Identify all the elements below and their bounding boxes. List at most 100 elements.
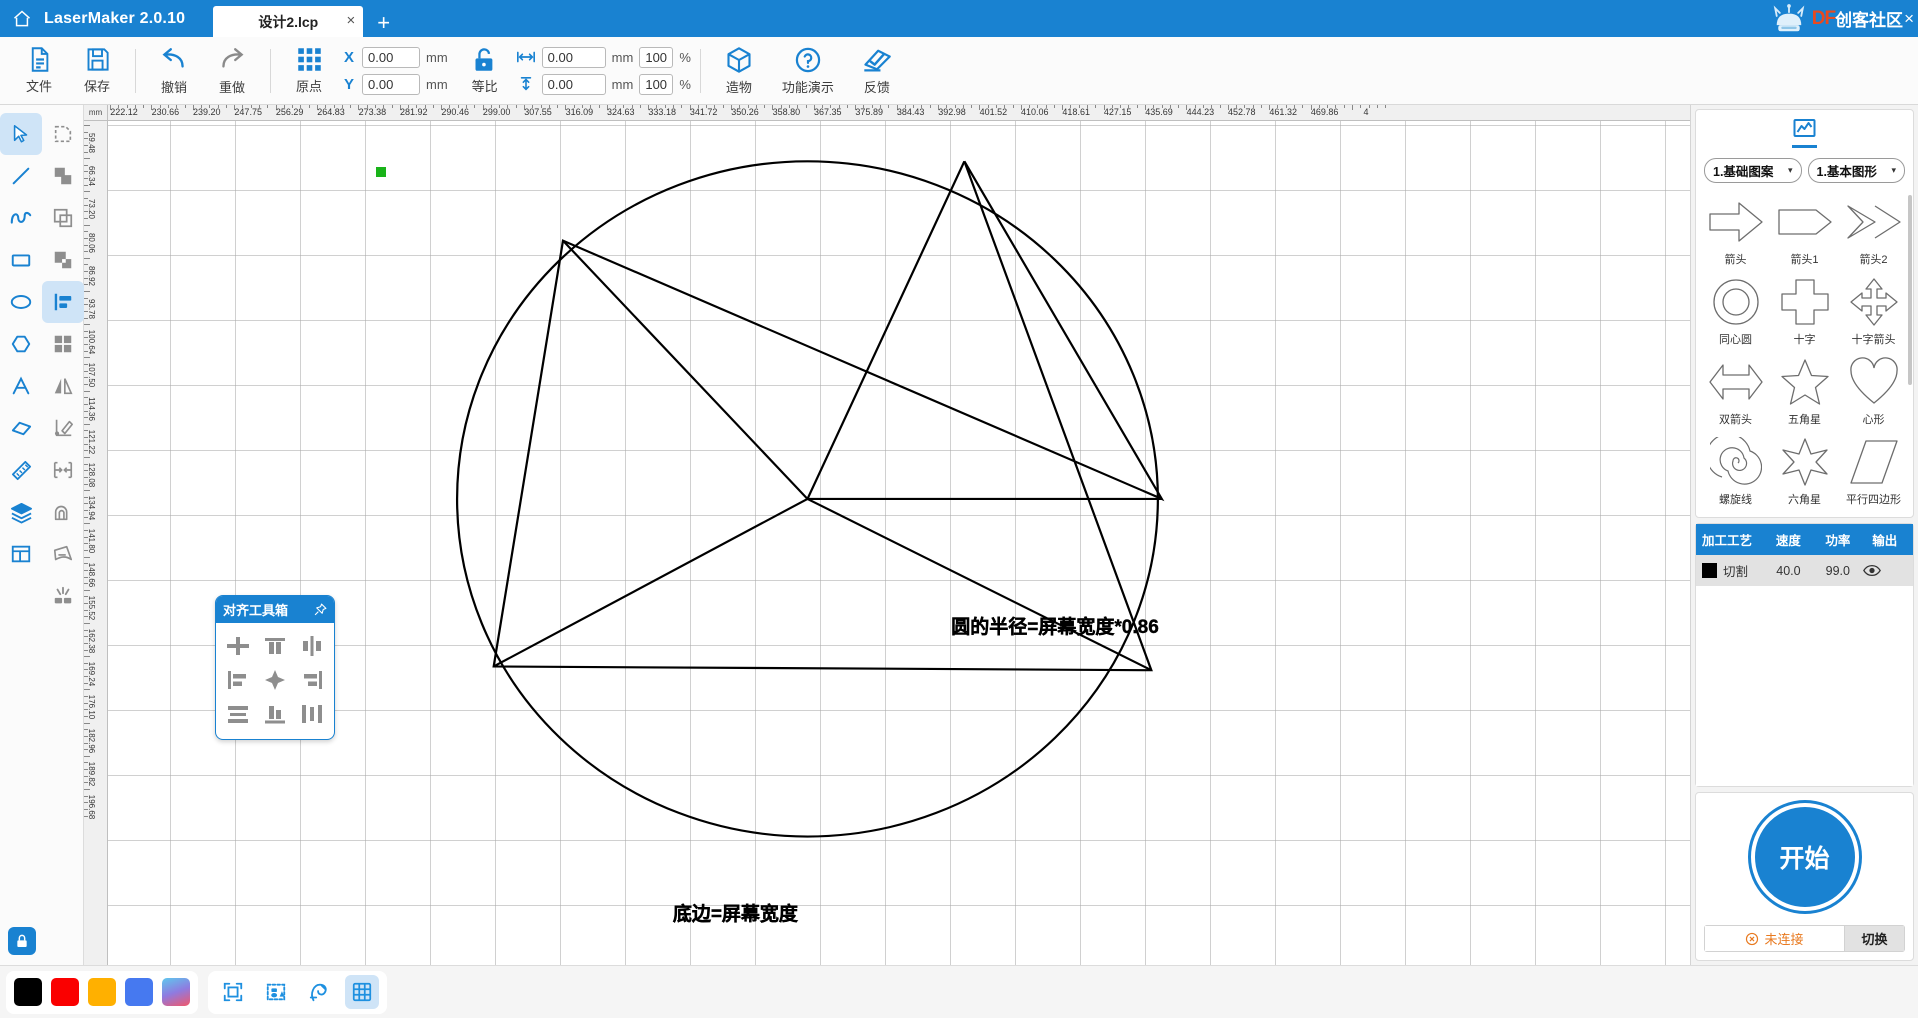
shape-library-tab[interactable] — [1696, 110, 1913, 148]
shape-item-arrow1[interactable]: 箭头1 — [1771, 193, 1838, 271]
sidebar-item-mirror[interactable] — [42, 365, 84, 407]
sidebar-item-align[interactable] — [42, 281, 84, 323]
fit-selection-button[interactable] — [216, 975, 250, 1009]
canvas-lock-button[interactable] — [8, 927, 36, 955]
canvas-vertical-scrollbar[interactable] — [1682, 121, 1690, 965]
sidebar-item-union[interactable] — [42, 155, 84, 197]
sidebar-item-subtract[interactable] — [42, 197, 84, 239]
lock-ratio-button[interactable]: 等比 — [456, 40, 514, 102]
sidebar-item-polygon[interactable] — [0, 323, 42, 365]
sidebar-item-intersect[interactable] — [42, 239, 84, 281]
horizontal-ruler[interactable]: 222.12 230.66 239.20 247.75 256.29 264.83 273.… — [108, 105, 1690, 121]
shape-item-four-way-arrow[interactable]: 十字箭头 — [1840, 273, 1907, 351]
ruler-minor-tick — [84, 483, 88, 485]
table-row[interactable]: 切割 40.0 99.0 — [1696, 555, 1913, 586]
sidebar-item-offset[interactable] — [42, 491, 84, 533]
new-tab-button[interactable]: + — [377, 12, 390, 37]
window-close-icon[interactable]: × — [1904, 9, 1914, 29]
shape-item-six-point-star[interactable]: 六角星 — [1771, 433, 1838, 511]
shape-item-five-point-star[interactable]: 五角星 — [1771, 353, 1838, 431]
align-center-horizontal-button[interactable] — [220, 629, 257, 663]
sidebar-item-split[interactable] — [42, 575, 84, 617]
align-toolbox-panel[interactable]: 对齐工具箱 — [215, 595, 335, 740]
vertical-ruler[interactable]: 59.48 66.34 73.20 80.06 86.92 93.78 100.64 107.… — [84, 121, 108, 965]
sidebar-item-array[interactable] — [42, 323, 84, 365]
sidebar-item-perspective[interactable] — [42, 533, 84, 575]
x-input[interactable] — [362, 46, 420, 68]
height-input[interactable] — [541, 73, 606, 95]
output-cell[interactable] — [1862, 564, 1907, 577]
shape-grid-scrollbar[interactable] — [1908, 195, 1912, 385]
align-center-both-button[interactable] — [257, 663, 294, 697]
shape-item-parallelogram[interactable]: 平行四边形 — [1840, 433, 1907, 511]
distribute-horizontal-button[interactable] — [293, 697, 330, 731]
origin-button[interactable]: 原点 — [280, 40, 338, 102]
grid-toggle-button[interactable] — [345, 975, 379, 1009]
shape-item-heart[interactable]: 心形 — [1840, 353, 1907, 431]
sidebar-item-layers[interactable] — [0, 491, 42, 533]
color-swatch-orange[interactable] — [88, 978, 116, 1006]
pin-icon[interactable] — [314, 603, 327, 616]
shape-item-cross[interactable]: 十字 — [1771, 273, 1838, 351]
design-canvas[interactable]: 圆的半径=屏幕宽度*0.86 底边=屏幕宽度 — [108, 121, 1690, 965]
sidebar-item-curve[interactable] — [0, 197, 42, 239]
align-left-button[interactable] — [220, 663, 257, 697]
align-bottom-button[interactable] — [257, 697, 294, 731]
save-button[interactable]: 保存 — [68, 40, 126, 102]
file-button[interactable]: 文件 — [10, 40, 68, 102]
shape-item-arrow2[interactable]: 箭头2 — [1840, 193, 1907, 271]
distribute-vertical-button[interactable] — [220, 697, 257, 731]
shape-item-spiral[interactable]: 螺旋线 — [1702, 433, 1769, 511]
canvas-annotation-base[interactable]: 底边=屏幕宽度 — [673, 899, 799, 926]
magnet-snap-button[interactable] — [302, 975, 336, 1009]
color-swatch-red[interactable] — [51, 978, 79, 1006]
demo-button[interactable]: 功能演示 — [768, 40, 848, 102]
shape-item-arrow[interactable]: 箭头 — [1702, 193, 1769, 271]
connection-status-button[interactable]: 未连接 — [1704, 925, 1845, 952]
home-icon[interactable] — [0, 0, 44, 37]
fit-objects-button[interactable] — [259, 975, 293, 1009]
redo-button[interactable]: 重做 — [203, 40, 261, 102]
sidebar-item-distribute[interactable] — [42, 449, 84, 491]
brand-logo[interactable]: DF 创客社区 — [1766, 0, 1903, 37]
sidebar-item-eraser[interactable] — [0, 407, 42, 449]
close-icon[interactable]: × — [347, 13, 356, 28]
sidebar-item-measure-edit[interactable] — [42, 407, 84, 449]
pentagram-drawing[interactable] — [108, 121, 1690, 965]
sidebar-item-frame[interactable] — [0, 533, 42, 575]
shape-subcategory-select[interactable]: 1.基本图形 ▾ — [1807, 158, 1905, 183]
switch-device-button[interactable]: 切换 — [1845, 925, 1905, 952]
width-input[interactable] — [541, 46, 606, 68]
start-button[interactable]: 开始 — [1750, 803, 1859, 911]
feedback-button[interactable]: 反馈 — [848, 40, 906, 102]
power-cell[interactable]: 99.0 — [1813, 564, 1862, 578]
color-swatch-gradient[interactable] — [162, 978, 190, 1006]
ruler-label: 444.23 — [1186, 107, 1215, 117]
color-palette-group — [6, 970, 198, 1014]
align-center-vertical-button[interactable] — [293, 629, 330, 663]
sidebar-item-rectangle[interactable] — [0, 239, 42, 281]
shape-item-concentric-circle[interactable]: 同心圆 — [1702, 273, 1769, 351]
color-swatch-black[interactable] — [14, 978, 42, 1006]
speed-cell[interactable]: 40.0 — [1764, 564, 1813, 578]
color-swatch-blue[interactable] — [125, 978, 153, 1006]
canvas-annotation-radius[interactable]: 圆的半径=屏幕宽度*0.86 — [951, 612, 1159, 639]
y-input[interactable] — [362, 73, 420, 95]
sidebar-item-select[interactable] — [0, 113, 42, 155]
sidebar-item-ruler[interactable] — [0, 449, 42, 491]
shape-category-select[interactable]: 1.基础图案 ▾ — [1704, 158, 1802, 183]
height-percent-input[interactable] — [639, 73, 674, 95]
sidebar-item-ellipse[interactable] — [0, 281, 42, 323]
sidebar-item-line[interactable] — [0, 155, 42, 197]
shape-item-double-arrow[interactable]: 双箭头 — [1702, 353, 1769, 431]
width-percent-input[interactable] — [639, 46, 674, 68]
layer-color-swatch[interactable] — [1702, 563, 1717, 578]
undo-button[interactable]: 撤销 — [145, 40, 203, 102]
align-top-button[interactable] — [257, 629, 294, 663]
align-right-button[interactable] — [293, 663, 330, 697]
sidebar-item-node-edit[interactable] — [42, 113, 84, 155]
document-tab[interactable]: 设计2.lcp × — [213, 6, 364, 37]
make-button[interactable]: 造物 — [710, 40, 768, 102]
canvas-horizontal-scrollbar[interactable] — [108, 957, 1690, 965]
sidebar-item-text[interactable] — [0, 365, 42, 407]
